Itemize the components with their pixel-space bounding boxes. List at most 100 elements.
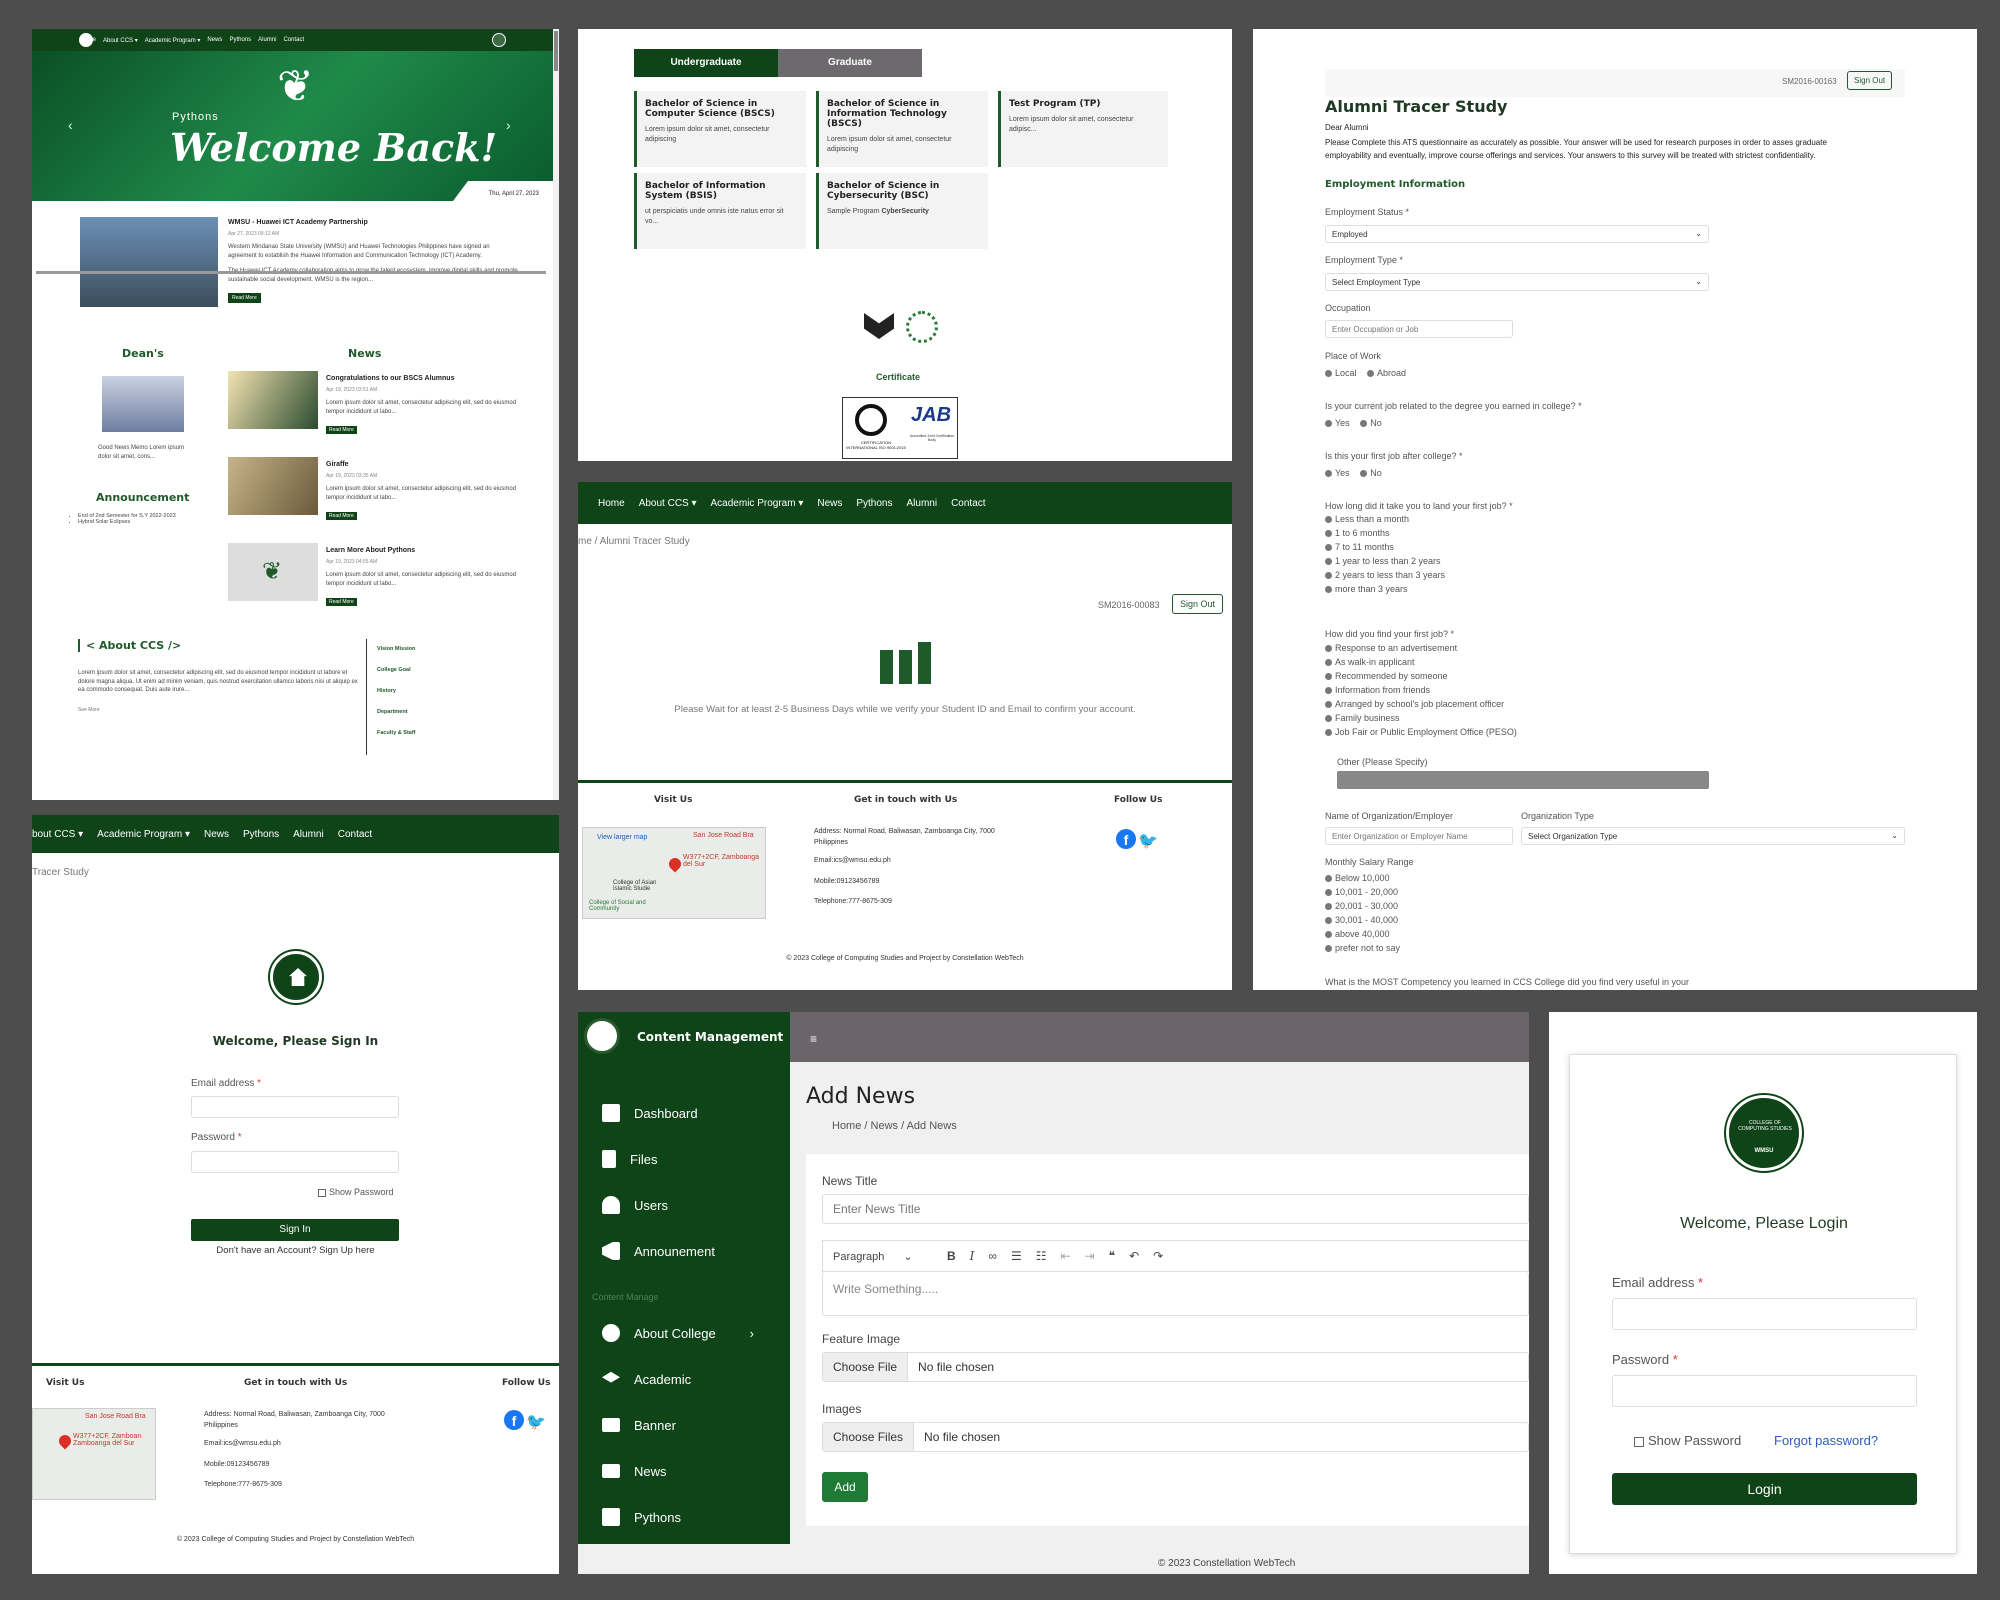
sidebar-item-about-college[interactable]: About College › [578,1310,790,1356]
sidebar-item-academic[interactable]: Academic [578,1356,790,1402]
sidebar-item-users[interactable]: Users [578,1182,790,1228]
page-scrollbar[interactable] [553,29,559,800]
quote-icon[interactable]: ❝ [1109,1249,1115,1263]
nav-home[interactable]: Home [598,498,625,509]
nav-academic[interactable]: Academic Program ▾ [145,37,201,44]
search-icon[interactable] [492,33,506,47]
radio-button[interactable] [1325,586,1332,594]
option-row[interactable]: As walk-in applicant [1325,657,1517,667]
nav-about[interactable]: About CCS ▾ [639,498,697,509]
password-field[interactable] [1612,1375,1917,1407]
radio-button[interactable] [1325,659,1332,667]
carousel-next-icon[interactable]: › [506,117,511,133]
radio-button[interactable] [1325,544,1332,552]
radio-button[interactable] [1325,516,1332,524]
featured-title[interactable]: WMSU - Huawei ICT Academy Partnership [228,219,368,226]
about-link-vision[interactable]: Vision Mission [377,639,416,660]
occupation-input[interactable] [1325,320,1513,338]
radio-button[interactable] [1325,715,1332,723]
about-see-more-link[interactable]: See More [78,707,100,713]
checkbox-icon[interactable] [318,1188,326,1197]
twitter-icon[interactable]: 🐦 [1138,831,1158,851]
nav-about[interactable]: bout CCS ▾ [32,829,83,840]
radio-button[interactable] [1325,729,1332,737]
news-title-input[interactable] [822,1194,1529,1224]
nav-news[interactable]: News [817,498,842,509]
program-card[interactable]: Bachelor of Science in Cybersecurity (BS… [816,173,988,249]
footer-email[interactable]: Email:ics@wmsu.edu.ph [204,1439,404,1450]
program-card[interactable]: Bachelor of Science in Information Techn… [816,91,988,167]
nav-about[interactable]: About CCS ▾ [103,37,138,44]
facebook-icon[interactable]: f [504,1410,524,1430]
add-button[interactable]: Add [822,1472,868,1502]
breadcrumb-news[interactable]: News [871,1120,899,1132]
sign-out-button[interactable]: Sign Out [1847,71,1893,90]
nav-contact[interactable]: Contact [338,829,372,840]
sidebar-item-news[interactable]: News [578,1448,790,1494]
radio-abroad[interactable] [1367,370,1375,378]
news-read-more-button[interactable]: Read More [326,426,357,434]
nav-pythons[interactable]: Pythons [243,829,279,840]
footer-map[interactable]: San Jose Road Bra W377+2CF, Zamboan Zamb… [32,1408,156,1500]
radio-button[interactable] [1325,889,1332,897]
option-row[interactable]: Family business [1325,713,1517,723]
news-read-more-button[interactable]: Read More [326,512,357,520]
option-row[interactable]: Recommended by someone [1325,671,1517,681]
program-card[interactable]: Bachelor of Science in Computer Science … [634,91,806,167]
org-type-select[interactable]: Select Organization Type ⌄ [1521,827,1905,845]
radio-button[interactable] [1325,530,1332,538]
sign-out-button[interactable]: Sign Out [1172,594,1224,614]
radio-button[interactable] [1325,645,1332,653]
tab-undergraduate[interactable]: Undergraduate [634,49,778,77]
breadcrumb-home[interactable]: Home [832,1120,861,1132]
radio-no[interactable] [1360,420,1368,428]
featured-read-more-button[interactable]: Read More [228,293,261,303]
italic-icon[interactable]: I [970,1249,975,1263]
email-field[interactable] [191,1096,399,1118]
tab-graduate[interactable]: Graduate [778,49,922,77]
news-title[interactable]: Learn More About Pythons [326,547,415,554]
news-body-editor[interactable]: Write Something..... [822,1272,1529,1316]
nav-news[interactable]: News [207,37,222,43]
option-row[interactable]: more than 3 years [1325,584,1445,594]
radio-button[interactable] [1325,945,1332,953]
paragraph-select[interactable]: Paragraph ⌄ [833,1250,933,1263]
nav-alumni[interactable]: Alumni [293,829,324,840]
radio-button[interactable] [1325,687,1332,695]
footer-map[interactable]: View larger map San Jose Road Bra W377+2… [582,827,766,919]
org-name-input[interactable] [1325,827,1513,845]
hamburger-menu-icon[interactable]: ≡ [810,1032,817,1046]
outdent-icon[interactable]: ⇤ [1061,1249,1071,1263]
about-link-goal[interactable]: College Goal [377,660,416,681]
option-row[interactable]: Job Fair or Public Employment Office (PE… [1325,727,1517,737]
about-link-history[interactable]: History [377,681,416,702]
announcement-item[interactable]: Hybrid Solar Eclipses [78,519,176,525]
nav-contact[interactable]: Contact [951,498,985,509]
radio-yes[interactable] [1325,420,1332,428]
show-password-toggle[interactable]: Show Password [318,1187,394,1197]
about-link-faculty[interactable]: Faculty & Staff [377,723,416,744]
choose-file-button[interactable]: Choose File [823,1353,909,1381]
option-row[interactable]: 30,001 - 40,000 [1325,915,1400,925]
bullet-list-icon[interactable]: ☰ [1011,1249,1022,1263]
nav-pythons[interactable]: Pythons [229,37,251,43]
nav-alumni[interactable]: Alumni [258,37,276,43]
news-read-more-button[interactable]: Read More [326,598,357,606]
option-row[interactable]: Less than a month [1325,514,1445,524]
images-file-input[interactable]: Choose Files No file chosen [822,1422,1529,1452]
sign-in-button[interactable]: Sign In [191,1219,399,1241]
link-icon[interactable]: ∞ [988,1249,997,1263]
option-row[interactable]: above 40,000 [1325,929,1400,939]
option-row[interactable]: Arranged by school's job placement offic… [1325,699,1517,709]
twitter-icon[interactable]: 🐦 [526,1412,546,1432]
option-row[interactable]: 1 year to less than 2 years [1325,556,1445,566]
option-row[interactable]: 1 to 6 months [1325,528,1445,538]
option-row[interactable]: 2 years to less than 3 years [1325,570,1445,580]
radio-button[interactable] [1325,875,1332,883]
numbered-list-icon[interactable]: ☷ [1036,1249,1047,1263]
slider-scrollbar[interactable] [36,271,546,274]
option-row[interactable]: Below 10,000 [1325,873,1400,883]
sidebar-item-pythons[interactable]: Pythons [578,1494,790,1540]
nav-academic[interactable]: Academic Program ▾ [97,829,190,840]
nav-contact[interactable]: Contact [283,37,304,43]
